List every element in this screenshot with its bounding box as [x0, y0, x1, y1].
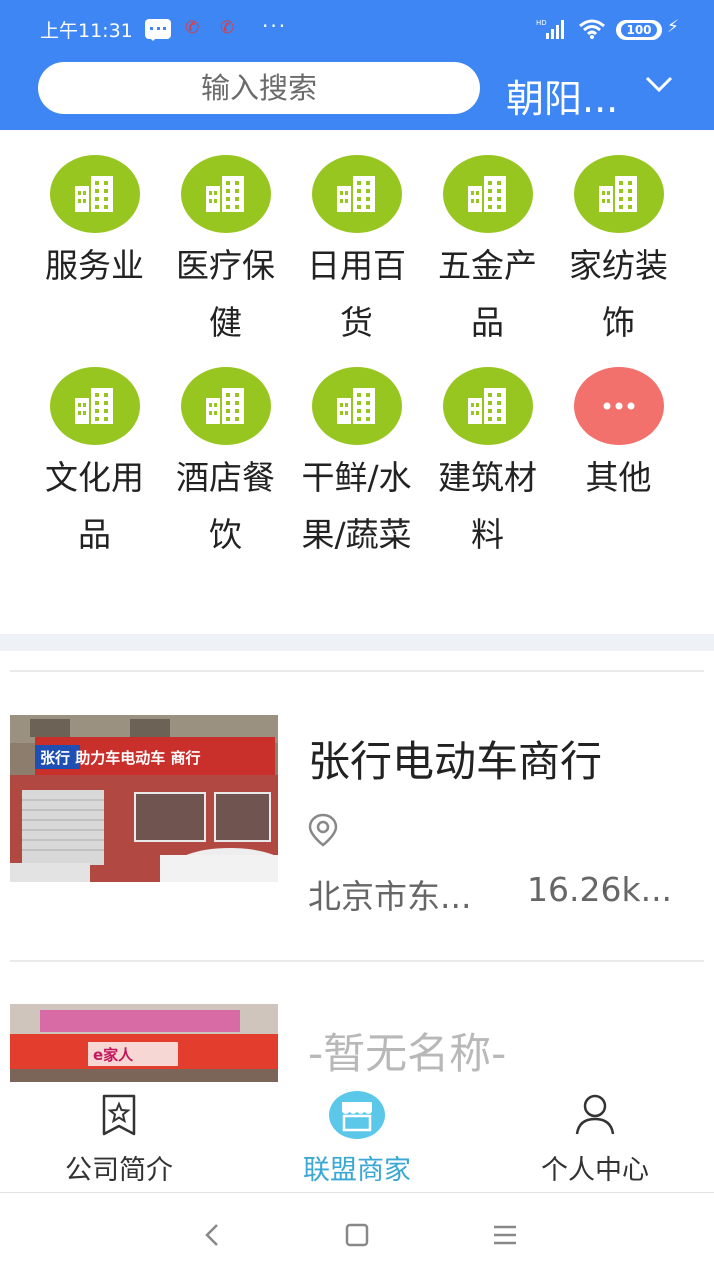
- category-label: 酒店餐饮: [176, 458, 275, 554]
- building-icon: [205, 388, 244, 424]
- category-icon-circle: [311, 367, 402, 445]
- category-icon-circle: [573, 367, 664, 445]
- building-icon: [336, 176, 375, 212]
- divider: [10, 960, 704, 962]
- tab-alliance-merchants[interactable]: 联盟商家: [238, 1082, 476, 1192]
- missed-call-icon: ✆: [220, 18, 235, 38]
- chevron-down-icon[interactable]: [644, 70, 674, 100]
- building-icon: [467, 388, 506, 424]
- building-icon: [74, 388, 113, 424]
- merchant-address: 北京市东...: [308, 877, 472, 916]
- category-label: 五金产品: [438, 246, 537, 342]
- category-item[interactable]: 干鲜/水果/蔬菜: [291, 367, 422, 563]
- category-label: 服务业: [45, 246, 144, 285]
- tab-label: 联盟商家: [303, 1155, 411, 1186]
- battery-icon: 100: [616, 20, 662, 40]
- category-label: 日用百货: [307, 246, 406, 342]
- location-pin-icon: [308, 813, 338, 847]
- system-navigation-bar: [0, 1193, 714, 1274]
- divider: [10, 670, 704, 672]
- category-item[interactable]: 服务业: [29, 155, 160, 294]
- tab-label: 个人中心: [541, 1155, 649, 1186]
- person-icon: [575, 1094, 615, 1135]
- svg-text:HD: HD: [536, 19, 547, 27]
- merchant-name[interactable]: 张行电动车商行: [308, 728, 602, 789]
- category-item[interactable]: 家纺装饰: [553, 155, 684, 351]
- tab-company-intro[interactable]: 公司简介: [0, 1082, 238, 1192]
- back-icon[interactable]: [192, 1215, 232, 1255]
- app-header: 上午11:31 ✆ ✆ ··· HD 100 ⚡ 朝阳...: [0, 0, 714, 130]
- search-input[interactable]: [38, 62, 480, 114]
- category-label: 干鲜/水果/蔬菜: [301, 458, 412, 554]
- category-icon-circle: [49, 367, 140, 445]
- category-label: 医疗保健: [176, 246, 275, 342]
- wifi-icon: [579, 19, 605, 39]
- category-icon-circle: [573, 155, 664, 233]
- category-icon-circle: [49, 155, 140, 233]
- search-bar[interactable]: [38, 62, 480, 114]
- status-bar: 上午11:31 ✆ ✆ ··· HD 100 ⚡: [0, 0, 714, 58]
- merchant-distance: 16.26k...: [527, 870, 673, 909]
- category-label: 其他: [585, 458, 652, 497]
- category-item[interactable]: 建筑材料: [422, 367, 553, 563]
- store-sign-text: e家人: [93, 1046, 134, 1064]
- merchant-photo[interactable]: 张行 助力车电动车 商行: [10, 715, 278, 882]
- building-icon: [598, 176, 637, 212]
- category-item[interactable]: 五金产品: [422, 155, 553, 351]
- more-notifications-icon: ···: [262, 14, 288, 38]
- category-icon-circle: [442, 155, 533, 233]
- category-item[interactable]: 医疗保健: [160, 155, 291, 351]
- signal-icon: HD: [536, 19, 564, 39]
- section-divider: [0, 634, 714, 651]
- merchant-name[interactable]: -暂无名称-: [308, 1020, 506, 1081]
- missed-call-icon: ✆: [185, 18, 200, 38]
- building-icon: [336, 388, 375, 424]
- category-icon-circle: [311, 155, 402, 233]
- category-icon-circle: [180, 155, 271, 233]
- category-item[interactable]: 酒店餐饮: [160, 367, 291, 563]
- category-label: 建筑材料: [438, 458, 537, 554]
- menu-icon[interactable]: [485, 1215, 525, 1255]
- charging-icon: ⚡: [667, 17, 679, 37]
- category-label: 文化用品: [45, 458, 144, 554]
- tab-personal-center[interactable]: 个人中心: [476, 1082, 714, 1192]
- home-icon[interactable]: [337, 1215, 377, 1255]
- battery-level: 100: [621, 23, 657, 37]
- store-sign-text: 张行 助力车电动车 商行: [40, 749, 200, 767]
- message-notification-icon: [145, 19, 171, 41]
- category-item[interactable]: 文化用品: [29, 367, 160, 563]
- category-icon-circle: [180, 367, 271, 445]
- category-item[interactable]: 其他: [553, 367, 684, 506]
- bottom-tab-bar: 公司简介 联盟商家 个人中心: [0, 1082, 714, 1192]
- store-icon: [329, 1091, 385, 1139]
- city-selector[interactable]: 朝阳...: [506, 68, 618, 123]
- building-icon: [205, 176, 244, 212]
- building-icon: [467, 176, 506, 212]
- status-time: 上午11:31: [40, 20, 133, 42]
- building-icon: [74, 176, 113, 212]
- more-dots-icon: [603, 402, 634, 410]
- category-icon-circle: [442, 367, 533, 445]
- tab-label: 公司简介: [65, 1155, 173, 1186]
- category-item[interactable]: 日用百货: [291, 155, 422, 351]
- merchant-photo[interactable]: e家人: [10, 1004, 278, 1082]
- bookmark-star-icon: [102, 1094, 136, 1136]
- category-label: 家纺装饰: [569, 246, 668, 342]
